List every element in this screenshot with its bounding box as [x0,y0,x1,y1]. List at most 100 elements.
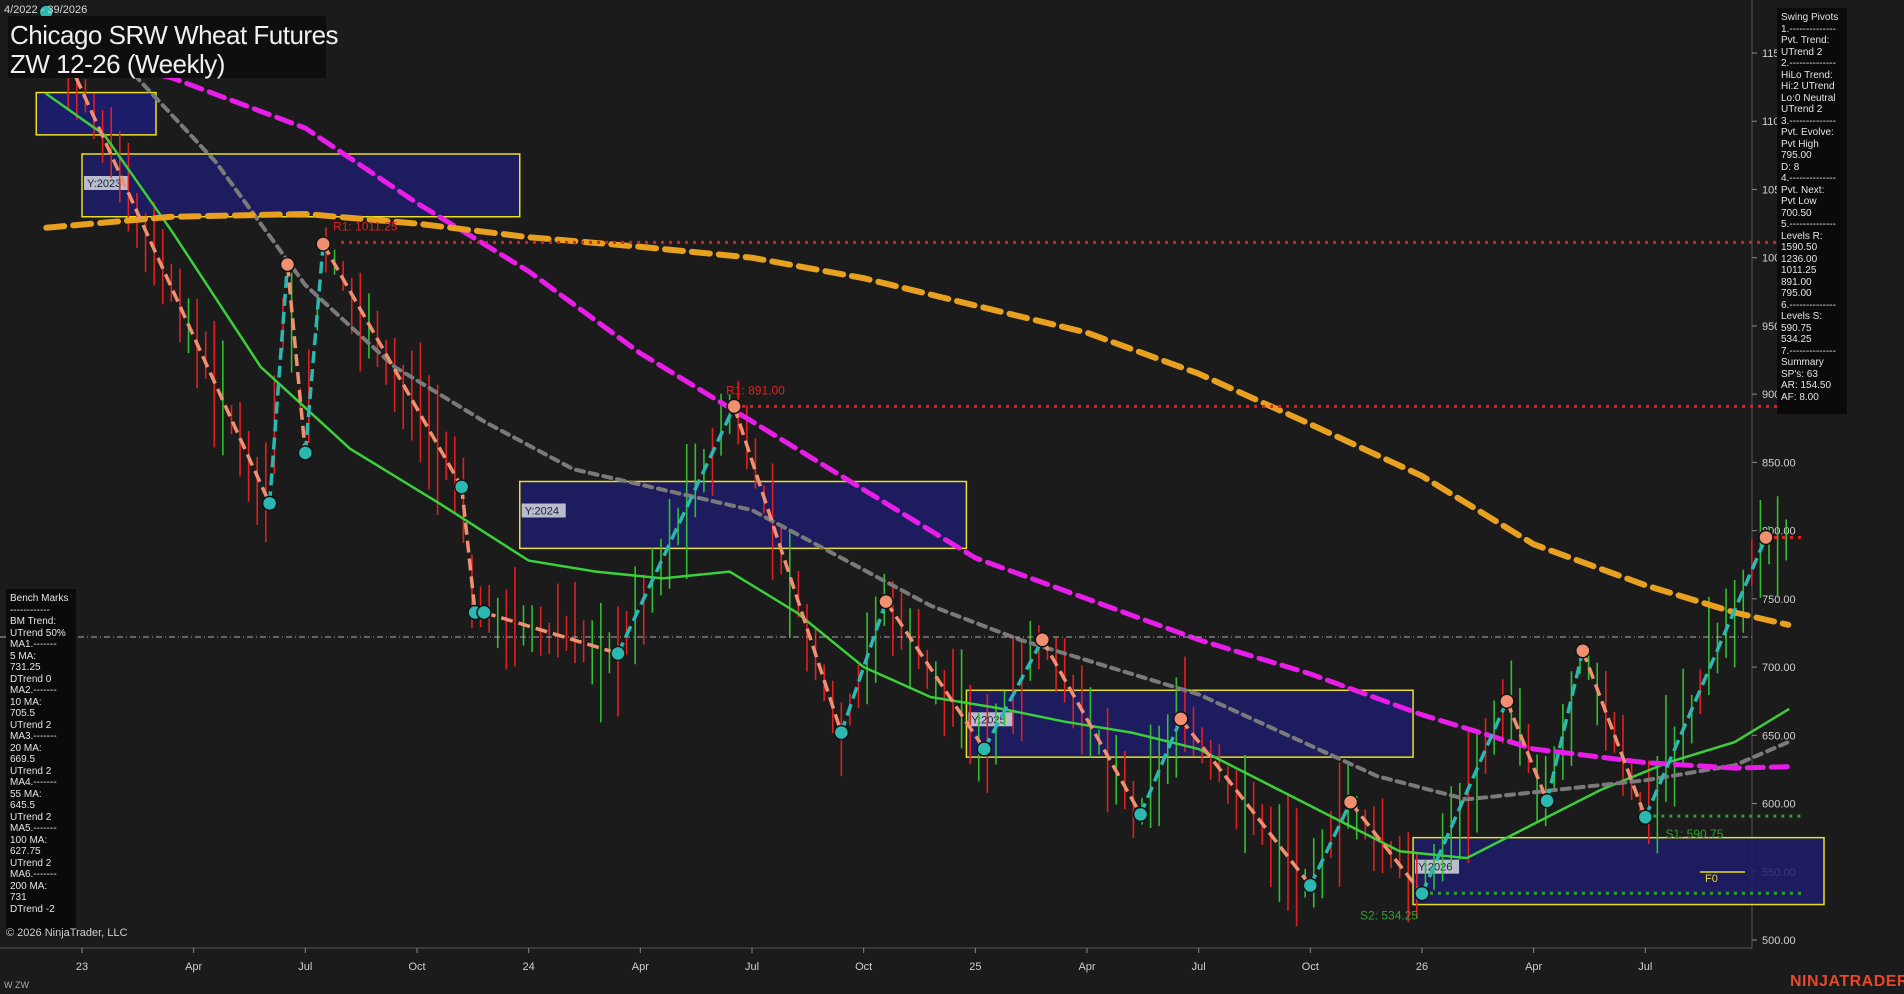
bench-marks-line: 5 MA: [10,650,37,662]
year-zone-label: Y:2023 [87,178,121,190]
bench-marks-line: 55 MA: [10,788,42,800]
pivot-high-marker [1575,642,1591,659]
bench-marks-line: UTrend 2 [10,857,52,869]
swing-pivots-line: 795.00 [1781,288,1812,299]
support-label: S1: 590.75 [1665,827,1723,841]
f0-label: F0 [1705,873,1718,885]
swing-pivots-line: AF: 8.00 [1781,391,1819,403]
pivot-high-marker [1173,711,1189,727]
swing-pivots-line: Pvt Low [1781,196,1817,207]
y-tick-label: 750.00 [1762,594,1796,606]
pivot-low-marker [610,645,626,662]
swing-leg [1349,801,1424,895]
x-tick-label: 23 [76,961,88,973]
y-tick-label: 650.00 [1762,730,1796,742]
swing-pivots-line: Pvt. Trend: [1781,35,1830,46]
swing-pivots-line: 590.75 [1781,322,1812,334]
swing-pivots-line: Hi:2 UTrend [1781,81,1835,92]
pivot-low-marker [833,724,850,741]
x-tick-label: Oct [408,961,425,973]
swing-pivots-line: 1590.50 [1781,242,1818,253]
pivot-low-marker [297,445,314,461]
x-tick-label: Apr [1078,961,1095,973]
copyright: © 2026 NinjaTrader, LLC [6,927,128,939]
year-zone [81,153,521,218]
y-tick-label: 500.00 [1762,935,1796,947]
x-tick-label: Jul [298,961,312,973]
swing-leg [1545,650,1585,802]
bench-marks-line: MA2.------- [10,685,57,696]
resistance-label: R1: 1011.25 [333,219,398,233]
swing-pivots-line: D: 8 [1781,161,1800,173]
pivot-high-marker [315,236,331,252]
swing-pivots-line: Pvt. Evolve: [1781,127,1834,138]
swing-pivots-line: AR: 154.50 [1781,380,1832,391]
pivot-high-marker [1499,693,1515,709]
bench-marks-line: UTrend 2 [10,811,52,823]
date-range: 4/2022 - 39/2026 [4,4,88,16]
swing-pivots-line: Levels R: [1781,230,1823,242]
swing-pivots-line: Lo:0 Neutral [1781,92,1836,104]
x-tick-label: Jul [1638,961,1652,973]
x-tick-label: Apr [632,961,649,973]
bench-marks-panel: Bench Marks ------------ BM Trend: UTrend 5… [6,589,76,933]
swing-pivots-line: 6.-------------- [1781,299,1836,311]
pivot-high-marker [1758,529,1774,546]
bench-marks-line: 627.75 [10,846,41,857]
swing-pivots-line: Pvt. Next: [1781,184,1825,196]
resistance-label: R1: 891.00 [726,383,785,397]
bench-marks-line: UTrend 2 [10,719,52,731]
pivot-low-marker [1302,877,1319,894]
swing-pivots-line: 700.50 [1781,207,1812,219]
bench-marks-line: 645.5 [10,800,36,811]
brand-logo: NINJATRADER [1790,973,1904,990]
swing-pivots-line: UTrend 2 [1781,104,1823,115]
symbol-label: W ZW [4,980,29,990]
swing-pivots-line: Swing Pivots [1781,12,1839,23]
y-tick-label: 700.00 [1762,662,1796,674]
price-chart[interactable]: 500.00550.00600.00650.00700.00750.00800.… [0,0,1904,994]
swing-pivots-line: 5.-------------- [1781,219,1836,230]
swing-leg [267,264,290,504]
swing-pivots-line: 534.25 [1781,334,1812,345]
bench-marks-line: MA6.------- [10,869,57,880]
swing-pivots-line: SP's: 63 [1781,368,1818,380]
bench-marks-line: 705.5 [10,708,36,719]
chart-title: Chicago SRW Wheat Futures [10,20,339,50]
bench-marks-line: MA4.------- [10,777,57,788]
x-tick-label: 25 [969,961,981,973]
swing-leg [483,610,619,656]
swing-pivots-panel: Swing Pivots 1.-------------- Pvt. Trend: U… [1777,8,1847,414]
year-zone [1412,836,1825,906]
y-tick-label: 850.00 [1762,457,1796,469]
swing-pivots-line: 891.00 [1781,276,1812,288]
swing-pivots-line: 4.-------------- [1781,173,1836,184]
bench-marks-line: 20 MA: [10,742,42,754]
x-tick-label: 26 [1416,961,1428,973]
bench-marks-line: 669.5 [10,754,36,765]
swing-leg [732,405,843,734]
x-tick-label: Jul [1192,961,1206,973]
x-tick-label: Oct [1302,961,1319,973]
pivot-high-marker [726,398,742,415]
bench-marks-line: MA5.------- [10,823,57,834]
y-tick-label: 600.00 [1762,799,1796,811]
swing-leg [44,11,272,505]
pivot-high-marker [1342,794,1359,810]
pivot-low-marker [476,604,492,621]
pivot-low-marker [1132,806,1149,823]
bench-marks-line: MA3.------- [10,731,57,742]
bench-marks-line: 731 [10,892,27,903]
pivot-low-marker [1637,809,1654,825]
swing-leg [285,264,308,453]
swing-pivots-line: 795.00 [1781,150,1812,161]
pivot-high-marker [1034,632,1051,648]
pivot-low-marker [1539,793,1555,809]
chart-subtitle: ZW 12-26 (Weekly) [10,49,225,79]
ma-line-200ma [43,210,1792,628]
swing-pivots-line: 3.-------------- [1781,115,1836,127]
bench-marks-line: UTrend 2 [10,765,52,777]
swing-pivots-line: Summary [1781,357,1824,368]
swing-pivots-line: 1.-------------- [1781,23,1836,35]
swing-pivots-line: HiLo Trend: [1781,69,1833,81]
